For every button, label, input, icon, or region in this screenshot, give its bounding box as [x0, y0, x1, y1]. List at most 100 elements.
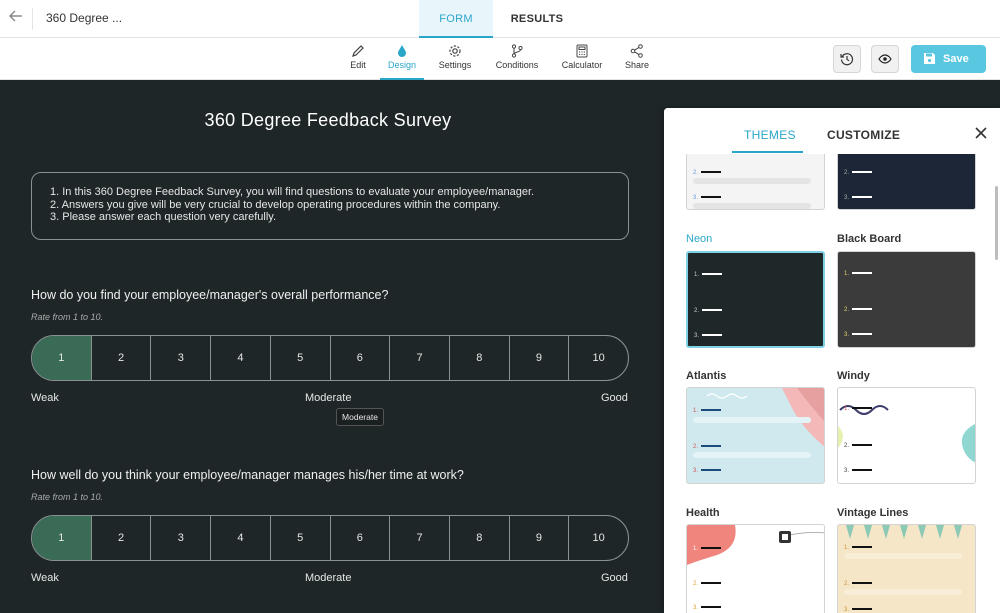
theme-thumbnail-health[interactable]: 1. 2. 3.	[686, 524, 825, 613]
survey-title[interactable]: 360 Degree Feedback Survey	[0, 110, 656, 131]
thumb-line	[844, 553, 962, 559]
history-button[interactable]	[833, 45, 861, 73]
theme-name-vintage-lines[interactable]: Vintage Lines	[837, 507, 908, 519]
tab-results[interactable]: RESULTS	[500, 0, 574, 38]
rating-option[interactable]: 3	[151, 516, 212, 560]
vintage-lines-decoration	[846, 525, 962, 539]
rating-option[interactable]: 3	[151, 336, 212, 380]
gear-icon	[449, 45, 461, 57]
rating-option[interactable]: 5	[271, 516, 331, 560]
tab-customize[interactable]: CUSTOMIZE	[827, 128, 900, 142]
theme-thumbnail-vintage-lines[interactable]: 1. 2. 3.	[837, 524, 976, 613]
rating-option[interactable]: 8	[450, 516, 510, 560]
rating-option[interactable]: 9	[510, 516, 570, 560]
toolbar-settings[interactable]: Settings	[434, 38, 476, 80]
rating-option[interactable]: 6	[331, 336, 391, 380]
scale-mid-label: Moderate	[305, 392, 352, 404]
thumb-line	[693, 178, 811, 184]
tab-form[interactable]: FORM	[419, 0, 493, 38]
panel-tabs: THEMES CUSTOMIZE	[664, 108, 1000, 154]
rating-option[interactable]: 10	[569, 336, 628, 380]
rating-option[interactable]: 2	[92, 516, 152, 560]
rating-option[interactable]: 6	[331, 516, 391, 560]
share-icon	[630, 44, 643, 58]
thumb-row: 1.	[844, 545, 872, 551]
tooltip: Moderate	[336, 408, 384, 426]
rating-option[interactable]: 1	[32, 336, 92, 380]
divider	[32, 8, 33, 30]
calculator-icon	[576, 44, 588, 58]
scale-low-label: Weak	[31, 572, 59, 584]
theme-thumbnail-atlantis[interactable]: 1. 2. 3.	[686, 387, 825, 484]
toolbar-calculator-label: Calculator	[561, 60, 603, 70]
question-2-subtitle: Rate from 1 to 10.	[31, 492, 104, 502]
intro-text-box[interactable]: 1. In this 360 Degree Feedback Survey, y…	[31, 172, 629, 240]
thumb-row: 2.	[694, 308, 722, 314]
toolbar-edit[interactable]: Edit	[343, 38, 373, 80]
themes-panel: THEMES CUSTOMIZE 2. 3. 2. 3. Neon Black …	[664, 108, 1000, 613]
save-button[interactable]: Save	[911, 45, 986, 73]
close-icon[interactable]	[973, 125, 989, 141]
health-decoration	[687, 525, 824, 565]
rating-option[interactable]: 8	[450, 336, 510, 380]
rating-option[interactable]: 1	[32, 516, 92, 560]
toolbar-settings-label: Settings	[438, 60, 472, 70]
intro-line: 2. Answers you give will be very crucial…	[50, 198, 501, 211]
back-arrow-icon[interactable]	[8, 9, 24, 27]
scale-high-label: Good	[601, 572, 628, 584]
theme-thumbnail-windy[interactable]: 1. 2. 3.	[837, 387, 976, 484]
theme-thumbnail-black-board[interactable]: 1. 2. 3.	[837, 251, 976, 348]
preview-button[interactable]	[871, 45, 899, 73]
thumb-row: 3.	[693, 468, 721, 474]
theme-name-black-board[interactable]: Black Board	[837, 233, 901, 245]
thumb-row: 2.	[693, 170, 721, 176]
rating-scale-1: 1 2 3 4 5 6 7 8 9 10	[31, 335, 629, 381]
theme-name-neon[interactable]: Neon	[686, 233, 712, 245]
rating-option[interactable]: 4	[211, 516, 271, 560]
question-2-title[interactable]: How well do you think your employee/mana…	[31, 468, 464, 482]
form-title[interactable]: 360 Degree ...	[46, 11, 122, 25]
tab-underline	[732, 151, 803, 153]
panel-scrollbar[interactable]	[995, 186, 998, 260]
rating-option[interactable]: 7	[390, 336, 450, 380]
branch-icon	[511, 44, 523, 58]
theme-name-windy[interactable]: Windy	[837, 370, 870, 382]
pencil-icon	[352, 45, 364, 57]
design-toolbar: Edit Design Settings Conditions Calculat…	[0, 38, 1000, 80]
rating-option[interactable]: 9	[510, 336, 570, 380]
tab-themes[interactable]: THEMES	[744, 128, 796, 142]
thumb-row: 3.	[844, 195, 872, 201]
toolbar-conditions-label: Conditions	[495, 60, 539, 70]
scale-low-label: Weak	[31, 392, 59, 404]
toolbar-edit-label: Edit	[350, 60, 366, 70]
save-button-label: Save	[943, 53, 969, 65]
rating-option[interactable]: 4	[211, 336, 271, 380]
rating-option[interactable]: 5	[271, 336, 331, 380]
theme-thumbnail-neon[interactable]: 1. 2. 3.	[686, 251, 825, 348]
rating-option[interactable]: 7	[390, 516, 450, 560]
intro-line: 3. Please answer each question very care…	[50, 211, 277, 223]
scale-high-label: Good	[601, 392, 628, 404]
rating-option[interactable]: 2	[92, 336, 152, 380]
thumb-row: 2.	[844, 443, 872, 449]
theme-name-health[interactable]: Health	[686, 507, 720, 519]
theme-name-atlantis[interactable]: Atlantis	[686, 370, 726, 382]
thumb-row: 1.	[844, 271, 872, 277]
toolbar-share[interactable]: Share	[622, 38, 652, 80]
toolbar-conditions[interactable]: Conditions	[491, 38, 543, 80]
rating-option[interactable]: 10	[569, 516, 628, 560]
question-1-subtitle: Rate from 1 to 10.	[31, 312, 104, 322]
toolbar-design[interactable]: Design	[380, 38, 424, 80]
toolbar-calculator[interactable]: Calculator	[557, 38, 607, 80]
thumb-row: 3.	[844, 607, 872, 613]
thumb-row: 2.	[693, 444, 721, 450]
thumb-line	[693, 203, 811, 209]
intro-line: 1. In this 360 Degree Feedback Survey, y…	[50, 186, 535, 198]
toolbar-design-label: Design	[387, 60, 416, 70]
question-1-title[interactable]: How do you find your employee/manager's …	[31, 288, 388, 302]
thumb-row: 1.	[693, 408, 721, 414]
thumb-row: 2.	[844, 170, 872, 176]
floppy-disk-icon	[924, 53, 935, 64]
thumb-row: 3.	[844, 332, 872, 338]
thumb-row: 2.	[693, 581, 721, 587]
